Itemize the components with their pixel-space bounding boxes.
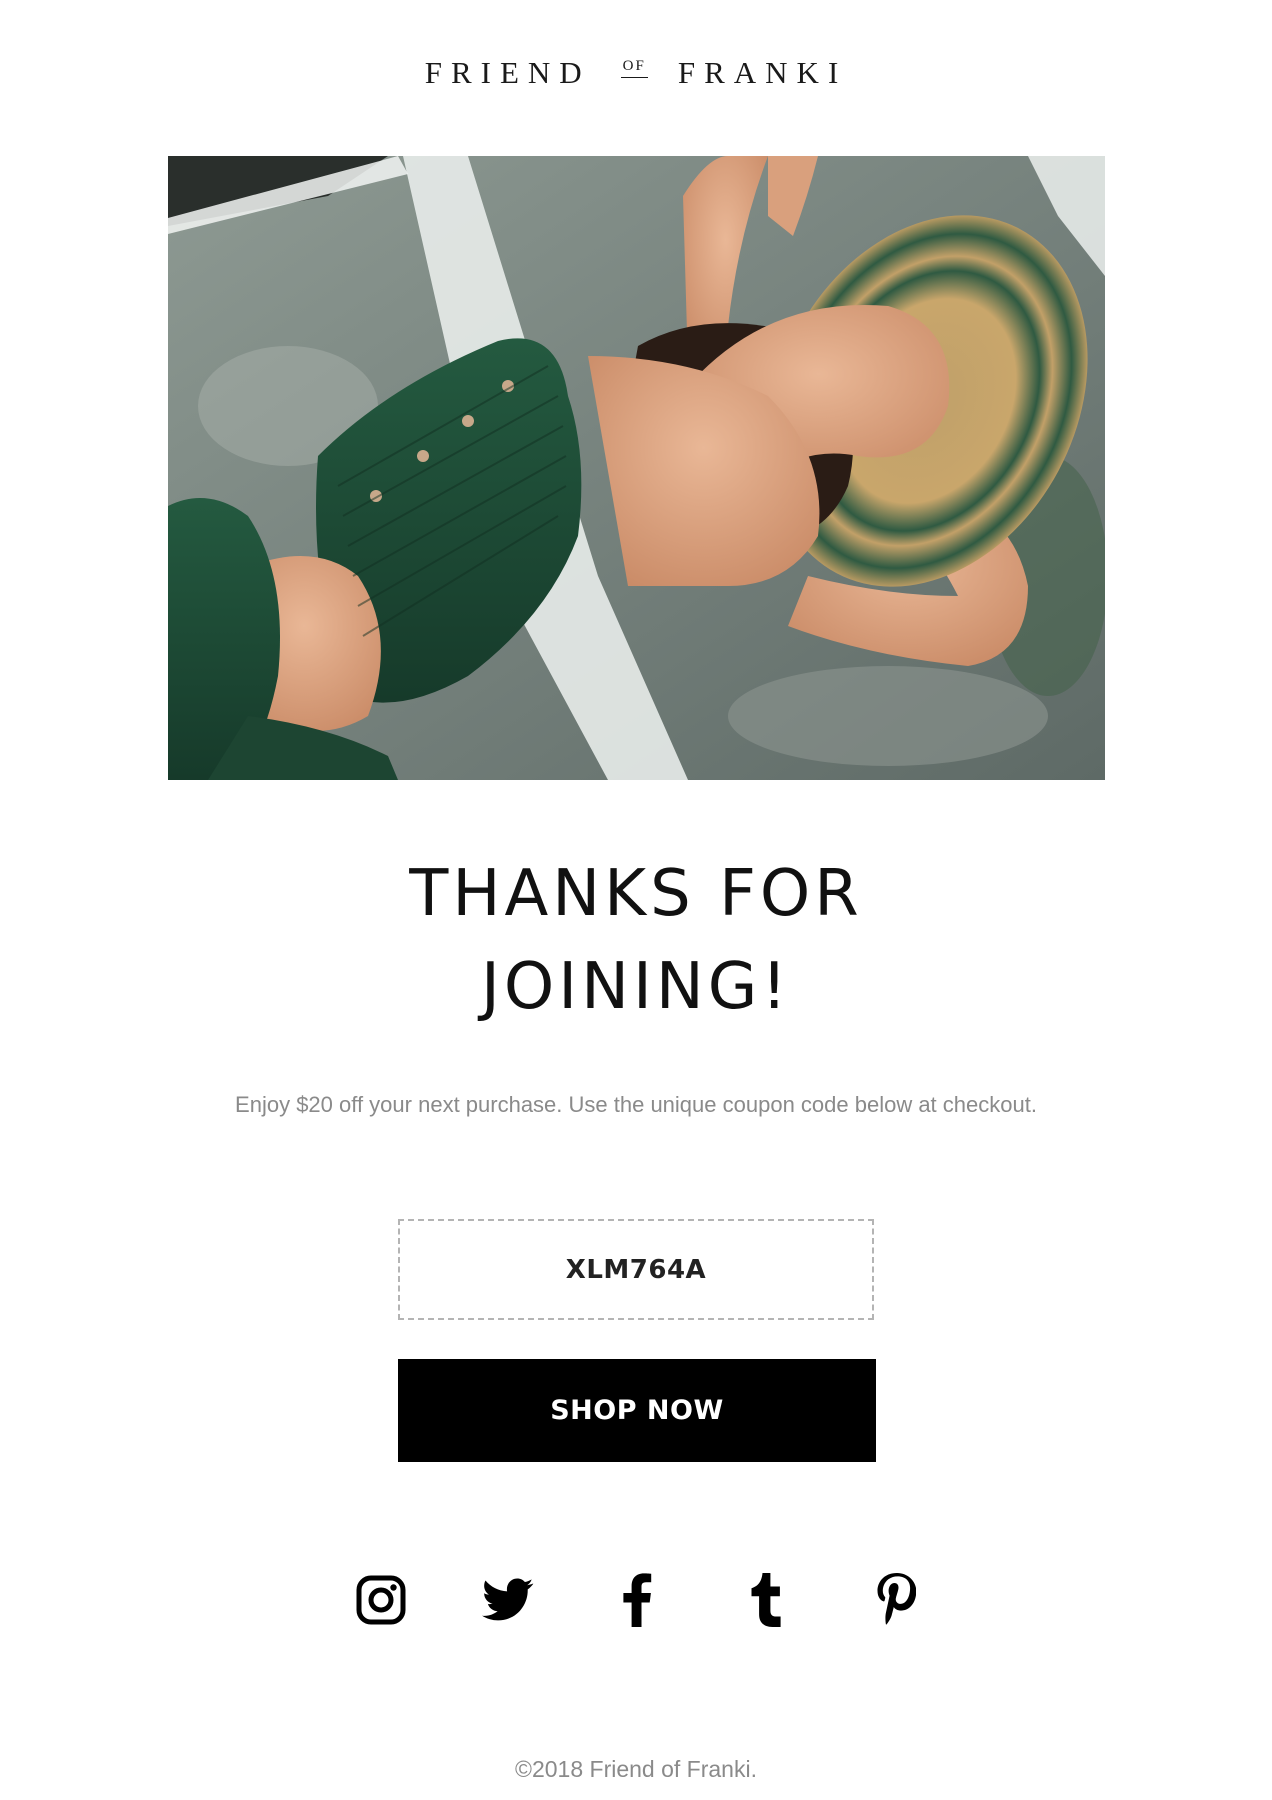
footer-copyright: ©2018 Friend of Franki. bbox=[515, 1756, 757, 1782]
logo-word-of: OF bbox=[620, 58, 648, 78]
pinterest-icon bbox=[877, 1573, 916, 1625]
twitter-icon bbox=[482, 1578, 534, 1621]
brand-logo[interactable]: FRIEND OF FRANKI bbox=[0, 52, 1272, 92]
social-links bbox=[0, 1570, 1272, 1630]
offer-description: Enjoy $20 off your next purchase. Use th… bbox=[235, 1092, 1037, 1117]
shop-now-button[interactable]: SHOP NOW bbox=[398, 1359, 876, 1462]
coupon-code: XLM764A bbox=[565, 1254, 707, 1285]
coupon-code-box[interactable]: XLM764A bbox=[398, 1219, 874, 1320]
facebook-icon bbox=[623, 1573, 652, 1627]
tumblr-icon bbox=[751, 1573, 781, 1627]
instagram-icon bbox=[356, 1575, 406, 1625]
headline-line-2: JOINING! bbox=[481, 950, 791, 1024]
tumblr-link[interactable] bbox=[737, 1570, 797, 1630]
facebook-link[interactable] bbox=[607, 1570, 667, 1630]
hero-photo bbox=[168, 156, 1105, 780]
twitter-link[interactable] bbox=[478, 1570, 538, 1630]
headline-line-1: THANKS FOR bbox=[409, 857, 863, 931]
logo-word-left: FRIEND bbox=[424, 54, 591, 90]
instagram-link[interactable] bbox=[351, 1570, 411, 1630]
pinterest-link[interactable] bbox=[866, 1570, 926, 1630]
shop-now-label: SHOP NOW bbox=[550, 1395, 724, 1426]
page-title: THANKS FOR JOINING! bbox=[0, 848, 1272, 1034]
hero-image[interactable] bbox=[168, 156, 1105, 780]
logo-word-right: FRANKI bbox=[677, 54, 848, 90]
